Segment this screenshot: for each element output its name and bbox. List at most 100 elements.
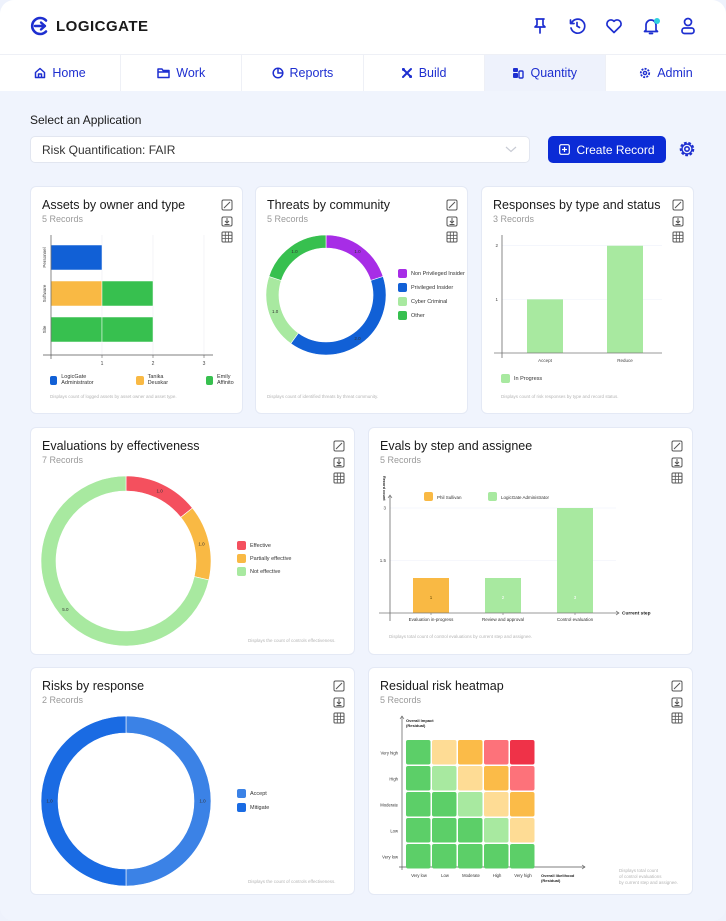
download-icon[interactable]	[672, 215, 684, 227]
download-icon[interactable]	[221, 215, 233, 227]
tab-home[interactable]: Home	[0, 55, 122, 91]
select-app-label: Select an Application	[30, 113, 142, 127]
legend-item[interactable]: Tanika Deuskar	[136, 374, 177, 386]
y-tick-label: 1	[495, 297, 498, 302]
card-actions	[671, 680, 683, 724]
tab-label: Home	[52, 66, 86, 80]
tab-reports[interactable]: Reports	[242, 55, 364, 91]
pie-slice	[125, 475, 193, 518]
expand-icon[interactable]	[221, 199, 233, 211]
table-icon[interactable]	[221, 231, 233, 243]
x-tick-label: 2	[152, 361, 155, 367]
expand-icon[interactable]	[671, 440, 683, 452]
card-evals-step: Evals by step and assignee 5 Records Rec…	[368, 427, 693, 655]
download-icon[interactable]	[671, 456, 683, 468]
risks-legend: Accept Mitigate	[237, 789, 269, 812]
settings-button[interactable]	[678, 140, 696, 163]
legend-swatch	[50, 375, 58, 385]
table-icon[interactable]	[333, 712, 345, 724]
table-icon[interactable]	[671, 712, 683, 724]
heart-icon[interactable]	[604, 16, 624, 36]
legend-swatch	[237, 789, 246, 798]
heatmap-cell	[458, 766, 483, 791]
record-count: 5 Records	[42, 214, 84, 224]
legend-item[interactable]: Other	[398, 311, 465, 320]
legend-item[interactable]: LogicGate Administrator	[50, 374, 108, 386]
bar-segment	[101, 316, 154, 343]
legend-item[interactable]: Privileged Insider	[398, 283, 465, 292]
heatmap-cell	[432, 740, 457, 765]
legend-item[interactable]: Accept	[237, 789, 269, 798]
pie-slice	[125, 715, 212, 887]
table-icon[interactable]	[671, 472, 683, 484]
heatmap-cell	[510, 818, 535, 843]
gear-icon	[640, 67, 651, 79]
legend-item[interactable]: Mitigate	[237, 803, 269, 812]
user-icon[interactable]	[678, 16, 698, 36]
history-icon[interactable]	[567, 16, 587, 36]
legend-item[interactable]: Partially effective	[237, 554, 291, 563]
card-title: Residual risk heatmap	[380, 679, 504, 693]
legend-item[interactable]: Non Privileged Insider	[398, 269, 465, 278]
tab-quantity[interactable]: Quantity	[484, 55, 606, 91]
legend-item[interactable]: In Progress	[501, 374, 542, 383]
tab-build[interactable]: Build	[364, 55, 485, 91]
expand-icon[interactable]	[333, 680, 345, 692]
brand-name: LOGICGATE	[56, 17, 149, 35]
pin-icon[interactable]	[530, 16, 550, 36]
tab-label: Work	[176, 66, 206, 80]
legend-swatch	[398, 311, 407, 320]
heatmap-cell	[406, 844, 431, 869]
tab-label: Build	[418, 66, 447, 80]
table-icon[interactable]	[333, 472, 345, 484]
legend-item[interactable]: Emily Affinito	[205, 374, 242, 386]
tab-work[interactable]: Work	[121, 55, 243, 91]
record-count: 7 Records	[42, 455, 84, 465]
expand-icon[interactable]	[446, 199, 458, 211]
slice-label: 1.0	[272, 309, 279, 314]
folder-icon	[157, 68, 171, 79]
evaluations-legend: Effective Partially effective Not effectiv…	[237, 541, 291, 576]
tab-admin[interactable]: Admin	[606, 55, 726, 91]
tab-label: Admin	[657, 66, 693, 80]
legend-item[interactable]: Cyber Criminal	[398, 297, 465, 306]
heatmap-cell	[484, 740, 509, 765]
responses-legend: In Progress	[501, 374, 542, 383]
legend-swatch	[501, 374, 510, 383]
chevron-down-icon	[505, 146, 517, 153]
y-tick-label: 2	[495, 243, 498, 248]
heatmap-cell	[458, 740, 483, 765]
download-icon[interactable]	[333, 696, 345, 708]
x-tick-label: 3	[203, 361, 206, 367]
logo[interactable]: LOGICGATE	[30, 16, 149, 36]
x-tick-label: Review and approval	[482, 617, 524, 622]
table-icon[interactable]	[672, 231, 684, 243]
card-footnote: Displays count of logged assets by asset…	[50, 394, 177, 399]
download-icon[interactable]	[333, 456, 345, 468]
application-select[interactable]: Risk Quantification: FAIR	[30, 136, 530, 163]
legend-item[interactable]: Not effective	[237, 567, 291, 576]
legend-label: In Progress	[514, 375, 543, 382]
tab-label: Quantity	[530, 66, 578, 80]
legend-item[interactable]: Effective	[237, 541, 291, 550]
header-actions	[530, 16, 698, 36]
heatmap-cell	[432, 844, 457, 869]
legend-swatch	[237, 554, 246, 563]
pie-slice	[40, 715, 127, 887]
expand-icon[interactable]	[672, 199, 684, 211]
download-icon[interactable]	[671, 696, 683, 708]
main-nav: Home Work Reports Build Quantity Admin	[0, 54, 726, 91]
download-icon[interactable]	[446, 215, 458, 227]
slice-label: 1.0	[354, 249, 361, 254]
bell-icon[interactable]	[641, 16, 661, 36]
legend-swatch	[237, 541, 246, 550]
expand-icon[interactable]	[671, 680, 683, 692]
card-threats: Threats by community 5 Records 1.0 2.0 1.0…	[255, 186, 468, 414]
expand-icon[interactable]	[333, 440, 345, 452]
y-tick-label: Low	[390, 829, 399, 834]
bar-segment	[50, 244, 103, 271]
table-icon[interactable]	[446, 231, 458, 243]
card-actions	[672, 199, 684, 243]
x-tick-label: Evaluation in-progress	[409, 617, 455, 622]
create-record-button[interactable]: Create Record	[548, 136, 666, 163]
